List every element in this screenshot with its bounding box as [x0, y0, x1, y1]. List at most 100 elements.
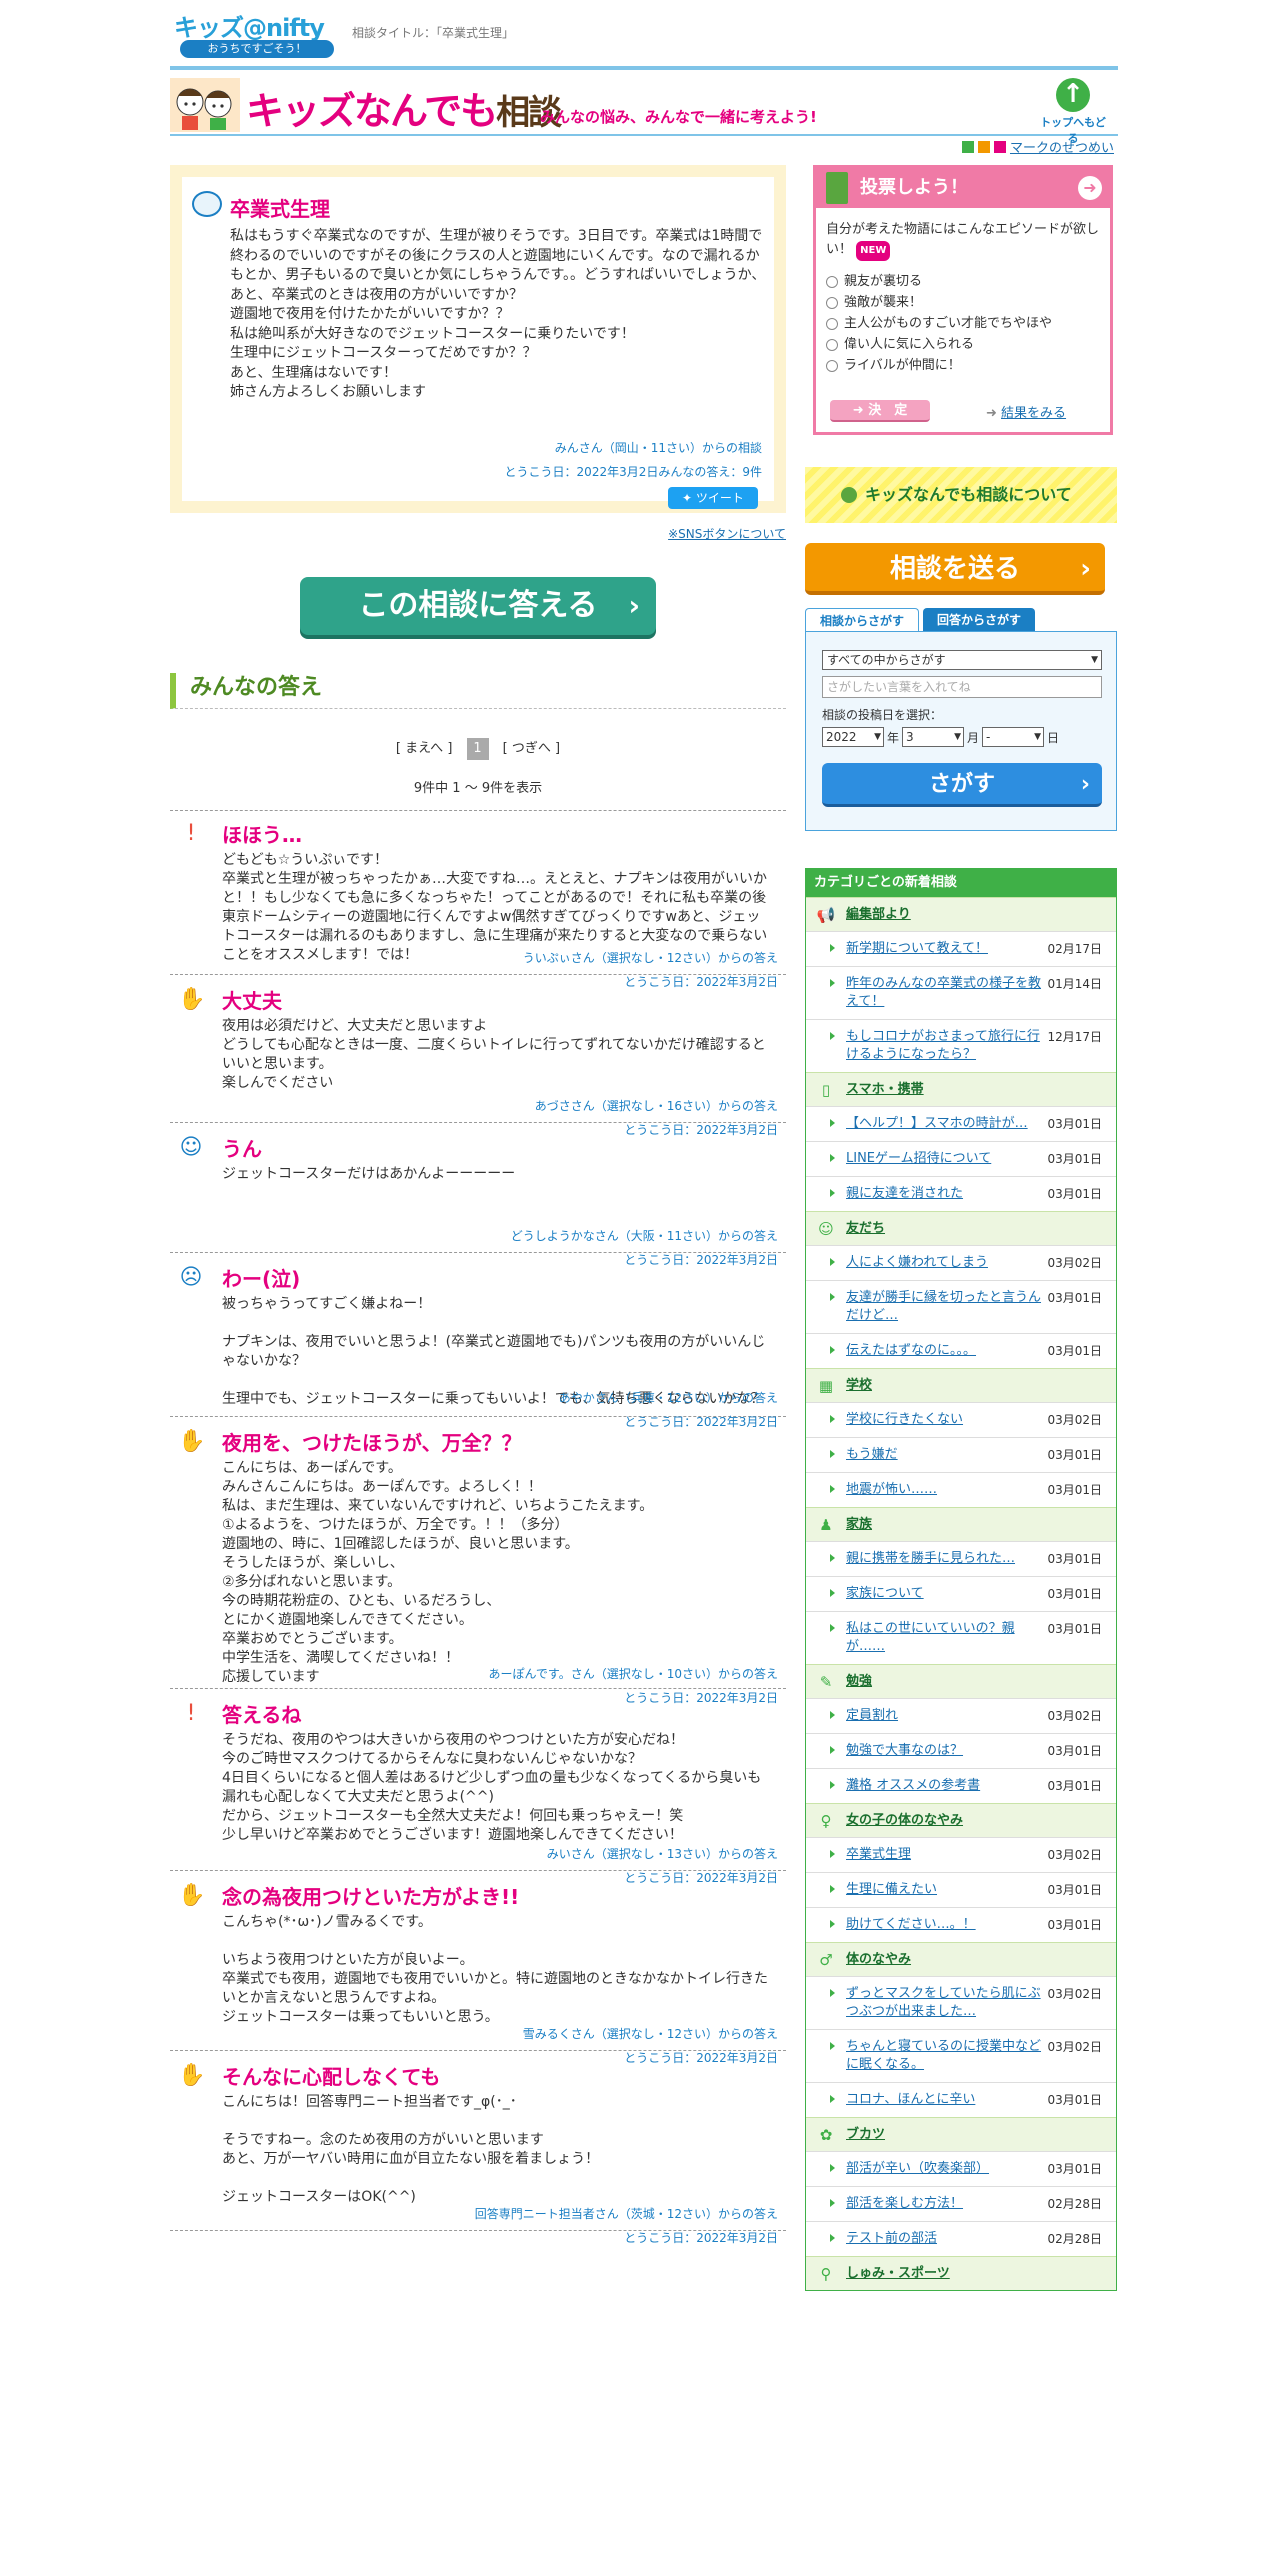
category-link[interactable]: 友だち: [846, 1221, 885, 1236]
consultation-link[interactable]: コロナ、ほんとに辛い: [846, 2092, 975, 2107]
vote-question: 自分が考えた物語にはこんなエピソードが欲しい！ NEW: [816, 208, 1110, 261]
category-section-header: ⚲ しゅみ・スポーツ: [806, 2256, 1116, 2290]
radio-button[interactable]: [826, 275, 838, 288]
sns-note-link[interactable]: ※SNSボタンについて: [668, 525, 786, 542]
consultation-link[interactable]: 新学期について教えて！: [846, 941, 988, 956]
consultation-link[interactable]: 人によく嫌われてしまう: [846, 1255, 988, 1270]
exclamation-icon: !: [186, 821, 196, 846]
radio-button[interactable]: [826, 317, 838, 330]
answer-item: ✋ そんなに心配しなくても こんにちは！回答専門ニート担当者です_φ(･_･ そうで…: [170, 2051, 786, 2245]
vote-submit-button[interactable]: ➜ 決 定: [830, 400, 930, 422]
day-unit: 日: [1047, 730, 1060, 745]
vote-option[interactable]: 親友が裏切る: [826, 271, 1100, 292]
question-date: とうこう日：2022年3月2日みんなの答え：9件: [504, 465, 762, 479]
consultation-link[interactable]: 昨年のみんなの卒業式の様子を教えて！: [846, 976, 1041, 1009]
category-section-header: ▦ 学校: [806, 1368, 1116, 1402]
search-input[interactable]: さがしたい言葉を入れてね: [822, 676, 1102, 698]
consultation-link[interactable]: 灘格 オススメの参考書: [846, 1778, 980, 1793]
consultation-link[interactable]: 学校に行きたくない: [846, 1412, 963, 1427]
consultation-link[interactable]: 親に友達を消された: [846, 1186, 963, 1201]
category-link[interactable]: 体のなやみ: [846, 1952, 911, 1967]
consultation-link[interactable]: 助けてください…。！: [846, 1917, 976, 1932]
consultation-link[interactable]: 勉強で大事なのは？: [846, 1743, 963, 1758]
answer-item: ☹ わー(泣) 被っちゃうってすごく嫌よねー！ ナプキンは、夜用でいいと思うよ！(卒…: [170, 1253, 786, 1429]
kids-illustration-icon: [170, 78, 240, 132]
school-icon: ▦: [818, 1377, 834, 1395]
kids-nifty-logo[interactable]: キッズ@nifty おうちですごそう！: [170, 8, 342, 60]
answer-item: ☺ うん ジェットコースターだけはあかんよーーーーー どうしようかなさん（大阪・11さ…: [170, 1123, 786, 1267]
triangle-bullet-icon: [830, 1189, 835, 1197]
consultation-link[interactable]: 親に携帯を勝手に見られた…: [846, 1551, 1015, 1566]
radio-button[interactable]: [826, 338, 838, 351]
pager-prev[interactable]: [ まえへ ]: [396, 741, 453, 756]
consultation-link[interactable]: 卒業式生理: [846, 1847, 911, 1862]
month-select[interactable]: 3: [902, 727, 965, 747]
to-top-button[interactable]: ↑ トップへもどる: [1036, 78, 1110, 145]
consultation-link[interactable]: 友達が勝手に縁を切ったと言うんだけど…: [846, 1290, 1041, 1323]
category-section-header: ♀ 女の子の体のなやみ: [806, 1803, 1116, 1837]
consultation-link[interactable]: テスト前の部活: [846, 2231, 937, 2246]
category-link[interactable]: 勉強: [846, 1674, 872, 1689]
answer-author: あーぽんです。さん（選択なし・10さい）からの答え: [488, 1667, 778, 1681]
category-link[interactable]: ブカツ: [846, 2127, 885, 2142]
vote-option[interactable]: 偉い人に気に入られる: [826, 334, 1100, 355]
consultation-link[interactable]: 伝えたはずなのに。。。: [846, 1343, 976, 1358]
answer-body: 夜用は必須だけど、大丈夫だと思いますよ どうしても心配なときは一度、二度くらいト…: [222, 1018, 766, 1091]
pager-next[interactable]: [ つぎへ ]: [503, 741, 560, 756]
triangle-bullet-icon: [830, 1989, 835, 1997]
consultation-link[interactable]: 定員割れ: [846, 1708, 898, 1723]
date-selectors: 2022年 3月 -日: [822, 727, 1100, 747]
arrow-right-icon[interactable]: ➜: [1078, 176, 1102, 200]
vote-option[interactable]: ライバルが仲間に！: [826, 355, 1100, 376]
consultation-link[interactable]: ずっとマスクをしていたら肌にぶつぶつが出来ました…: [846, 1986, 1041, 2019]
day-select[interactable]: -: [982, 727, 1045, 747]
radio-button[interactable]: [826, 359, 838, 372]
consultation-link[interactable]: ちゃんと寝ているのに授業中などに眠くなる。: [846, 2039, 1041, 2072]
tweet-button[interactable]: ✦ ツイート: [668, 487, 758, 509]
radio-button[interactable]: [826, 296, 838, 309]
consultation-link[interactable]: もしコロナがおさまって旅行に行けるようになったら？: [846, 1029, 1040, 1062]
answer-this-button[interactable]: この相談に答える ›: [300, 577, 656, 635]
category-section-header: ▯ スマホ・携帯: [806, 1072, 1116, 1106]
mark-explanation-link[interactable]: マークのせつめい: [1010, 137, 1114, 156]
consultation-link[interactable]: 家族について: [846, 1586, 924, 1601]
consultation-link[interactable]: 【ヘルプ！】スマホの時計が…: [846, 1116, 1028, 1131]
category-link[interactable]: 学校: [846, 1378, 872, 1393]
category-list-item: 勉強で大事なのは？ 03月01日: [806, 1733, 1116, 1768]
twitter-bird-icon: ✦: [682, 491, 696, 505]
consultation-link[interactable]: LINEゲーム招待について: [846, 1151, 991, 1166]
smile-icon: ☺: [818, 1220, 834, 1238]
about-banner[interactable]: キッズなんでも相談について: [805, 467, 1117, 523]
category-list-item: 卒業式生理 03月02日: [806, 1837, 1116, 1872]
tab-search-answers[interactable]: 回答からさがす: [923, 608, 1036, 632]
answer-title: うん: [222, 1137, 262, 1161]
category-link[interactable]: スマホ・携帯: [846, 1082, 924, 1097]
category-list-item: 定員割れ 03月02日: [806, 1698, 1116, 1733]
search-button[interactable]: さがす ›: [822, 763, 1102, 807]
search-scope-select[interactable]: すべての中からさがす: [822, 650, 1102, 670]
consultation-link[interactable]: 生理に備えたい: [846, 1882, 937, 1897]
consultation-link[interactable]: 部活が辛い（吹奏楽部）: [846, 2161, 989, 2176]
year-select[interactable]: 2022: [822, 727, 884, 747]
vote-results-link[interactable]: 結果をみる: [1001, 406, 1066, 421]
vote-option[interactable]: 主人公がものすごい才能でちやほや: [826, 313, 1100, 334]
category-link[interactable]: 編集部より: [846, 907, 911, 922]
triangle-bullet-icon: [830, 1346, 835, 1354]
consultation-link[interactable]: 部活を楽しむ方法！: [846, 2196, 963, 2211]
question-box: 卒業式生理 私はもうすぐ卒業式なのですが、生理が被りそうです。3日目です。卒業式…: [170, 165, 786, 513]
arrow-icon: ➜: [986, 406, 1002, 421]
category-list-item: 昨年のみんなの卒業式の様子を教えて！ 01月14日: [806, 966, 1116, 1019]
category-link[interactable]: 女の子の体のなやみ: [846, 1813, 963, 1828]
category-link[interactable]: しゅみ・スポーツ: [846, 2266, 950, 2281]
vote-option[interactable]: 強敵が襲来！: [826, 292, 1100, 313]
consultation-link[interactable]: 私はこの世にいていいの？親が……: [846, 1621, 1015, 1654]
tab-search-consultations[interactable]: 相談からさがす: [805, 608, 920, 632]
category-new-list: カテゴリごとの新着相談 📢 編集部より 新学期について教えて！ 02月17日 昨年のみん…: [805, 868, 1117, 2291]
category-link[interactable]: 家族: [846, 1517, 872, 1532]
consultation-link[interactable]: 地震が怖い……: [846, 1482, 937, 1497]
send-consultation-button[interactable]: 相談を送る ›: [805, 543, 1105, 595]
answer-author: 回答専門ニート担当者さん（茨城・12さい）からの答え: [474, 2207, 778, 2221]
triangle-bullet-icon: [830, 1154, 835, 1162]
consultation-link[interactable]: もう嫌だ: [846, 1447, 898, 1462]
pencil-icon: ✎: [819, 1673, 833, 1691]
